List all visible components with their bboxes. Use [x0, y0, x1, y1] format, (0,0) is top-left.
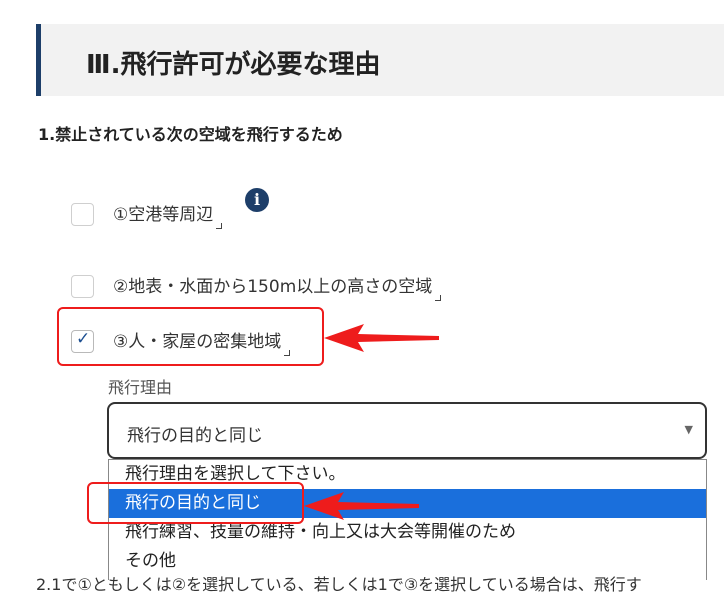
- annotation-arrow-icon: [324, 324, 439, 352]
- annotation-highlight-box: [57, 307, 324, 366]
- option-altitude[interactable]: ②地表・水面から150m以上の高さの空域: [71, 272, 442, 301]
- annotation-highlight-box: [87, 482, 304, 524]
- reason-label: 飛行理由: [108, 378, 173, 397]
- section-title: Ⅲ.飛行許可が必要な理由: [86, 50, 381, 80]
- info-icon[interactable]: i: [245, 188, 269, 212]
- option-label-altitude: ②地表・水面から150m以上の高さの空域: [113, 277, 433, 297]
- option-label-airport: ①空港等周辺: [113, 205, 214, 225]
- option-airport[interactable]: ①空港等周辺: [71, 200, 223, 229]
- caret-down-icon: ▼: [684, 423, 693, 436]
- next-question-cutoff-text: 2.1で①ともしくは②を選択している、若しくは1で③を選択している場合は、飛行す: [36, 575, 642, 594]
- checkbox-altitude[interactable]: [71, 275, 94, 298]
- section-header: Ⅲ.飛行許可が必要な理由: [36, 24, 724, 96]
- resize-corner-icon: [216, 223, 223, 229]
- reason-select-value: 飛行の目的と同じ: [127, 426, 263, 446]
- annotation-arrow-icon: [304, 492, 419, 520]
- question-label: 1.禁止されている次の空域を飛行するため: [38, 125, 343, 144]
- checkbox-airport[interactable]: [71, 203, 94, 226]
- reason-select[interactable]: 飛行の目的と同じ ▼: [107, 402, 707, 459]
- resize-corner-icon: [435, 295, 442, 301]
